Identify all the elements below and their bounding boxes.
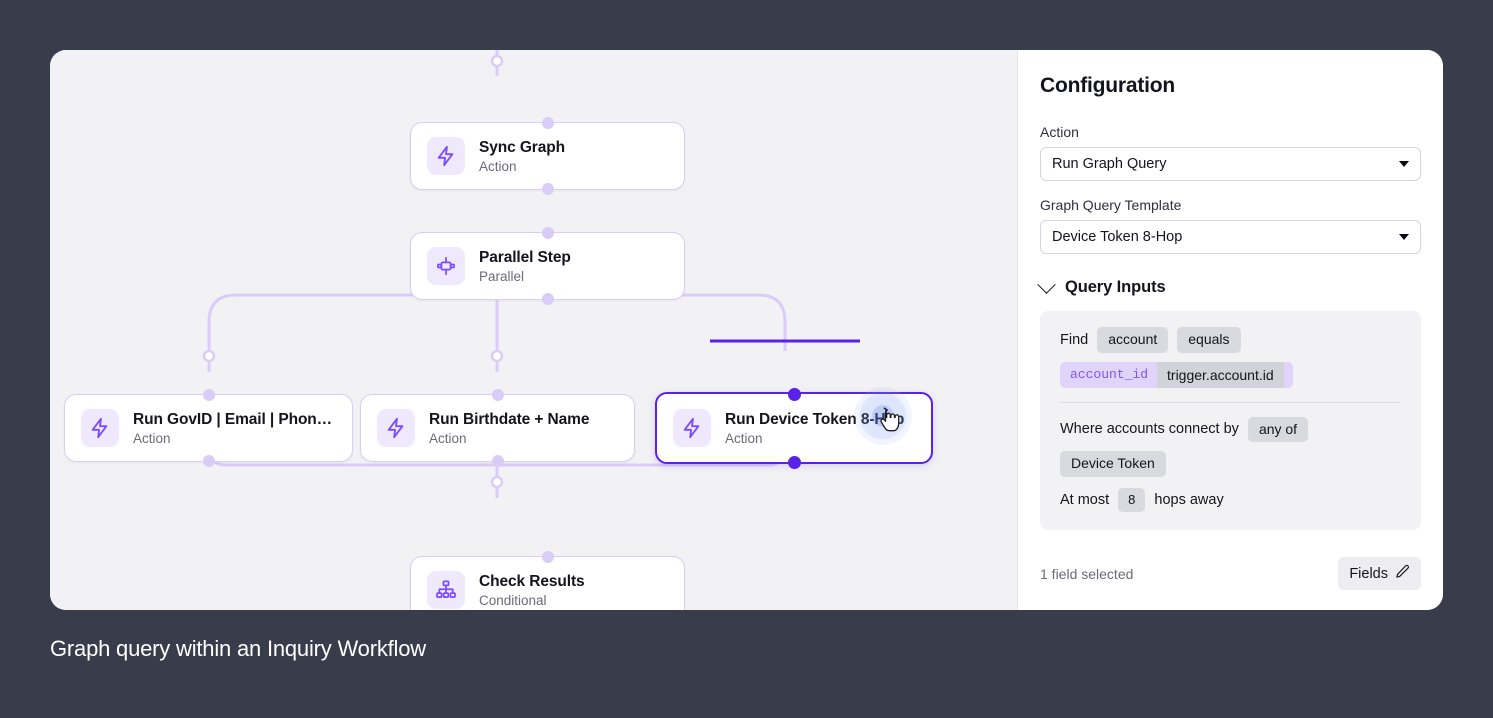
workflow-canvas[interactable]: Sync Graph Action Parallel Step Parallel… [50, 50, 1017, 610]
zap-icon [377, 409, 415, 447]
node-connector-top [202, 389, 215, 401]
query-divider [1060, 401, 1401, 403]
workflow-card: Sync Graph Action Parallel Step Parallel… [50, 50, 1443, 610]
node-subtitle: Action [429, 430, 467, 446]
configuration-panel: Configuration Action Run Graph Query Gra… [1017, 50, 1443, 610]
account-id-variable-chip[interactable]: account_id trigger.account.id [1060, 361, 1293, 388]
screenshot-root: Sync Graph Action Parallel Step Parallel… [0, 0, 1493, 718]
device-token-chip[interactable]: Device Token [1060, 451, 1166, 477]
action-select[interactable]: Run Graph Query [1040, 147, 1421, 181]
action-select-value: Run Graph Query [1052, 156, 1167, 172]
node-connector-top [787, 387, 801, 401]
workflow-node-sync-graph[interactable]: Sync Graph Action [410, 117, 685, 195]
panel-footer: 1 field selected Fields [1040, 539, 1421, 610]
zap-icon [673, 409, 711, 447]
pencil-icon [1395, 564, 1410, 583]
workflow-node-run-govid[interactable]: Run GovID | Email | Phon… Action [64, 389, 353, 467]
chevron-down-icon [1399, 161, 1409, 167]
node-title: Check Results [479, 572, 585, 590]
node-connector-bottom [491, 455, 504, 467]
node-subtitle: Parallel [479, 268, 525, 284]
action-label: Action [1040, 124, 1079, 140]
connect-row: Where accounts connect by any of [1060, 416, 1401, 442]
connect-operator-chip[interactable]: any of [1247, 416, 1309, 442]
graph-query-template-select[interactable]: Device Token 8-Hop [1040, 220, 1421, 254]
node-connector-top [541, 551, 554, 563]
connect-value-row: Device Token [1060, 451, 1401, 477]
fields-selected-note: 1 field selected [1040, 565, 1134, 582]
find-row: Find account equals [1060, 327, 1401, 353]
query-inputs-header[interactable]: Query Inputs [1037, 275, 1421, 297]
chevron-down-icon [1399, 234, 1409, 240]
node-subtitle: Conditional [479, 592, 547, 608]
node-connector-bottom [541, 183, 554, 195]
query-inputs-title: Query Inputs [1065, 278, 1166, 296]
figure-caption: Graph query within an Inquiry Workflow [50, 636, 426, 661]
hops-count-chip[interactable]: 8 [1118, 487, 1146, 512]
node-title: Parallel Step [479, 248, 571, 266]
query-inputs-box: Find account equals account_id trigger.a… [1040, 311, 1421, 530]
hops-suffix: hops away [1154, 491, 1224, 508]
variable-value: trigger.account.id [1157, 361, 1284, 388]
variable-key: account_id [1070, 367, 1149, 382]
graph-query-template-value: Device Token 8-Hop [1052, 229, 1183, 245]
node-connector-top [541, 227, 554, 239]
node-connector-bottom [541, 293, 554, 305]
fields-button[interactable]: Fields [1338, 557, 1421, 590]
find-entity-chip[interactable]: account [1097, 327, 1169, 353]
graph-query-template-label: Graph Query Template [1040, 197, 1182, 213]
workflow-node-check-results[interactable]: Check Results Conditional [410, 551, 685, 610]
fields-button-label: Fields [1349, 565, 1388, 582]
node-title: Run Birthdate + Name [429, 410, 590, 428]
node-title: Sync Graph [479, 138, 565, 156]
node-subtitle: Action [479, 158, 517, 174]
node-connector-bottom [787, 455, 801, 469]
node-title: Run GovID | Email | Phon… [133, 410, 333, 428]
chevron-down-icon[interactable] [1037, 275, 1056, 294]
zap-icon [81, 409, 119, 447]
node-connector-top [541, 117, 554, 129]
hops-prefix: At most [1060, 491, 1110, 508]
find-operator-chip[interactable]: equals [1177, 327, 1241, 353]
mouse-cursor-pointer [878, 407, 900, 433]
hierarchy-icon [427, 571, 465, 609]
panel-title: Configuration [1040, 74, 1176, 97]
zap-icon [427, 137, 465, 175]
hops-row: At most 8 hops away [1060, 487, 1401, 512]
parallel-icon [427, 247, 465, 285]
find-value-row: account_id trigger.account.id [1060, 361, 1401, 388]
node-connector-top [491, 389, 504, 401]
connect-label: Where accounts connect by [1060, 421, 1239, 438]
node-connector-bottom [202, 455, 215, 467]
node-subtitle: Action [133, 430, 171, 446]
workflow-node-run-birthdate[interactable]: Run Birthdate + Name Action [360, 389, 635, 467]
find-label: Find [1060, 331, 1089, 348]
workflow-node-parallel-step[interactable]: Parallel Step Parallel [410, 227, 685, 305]
